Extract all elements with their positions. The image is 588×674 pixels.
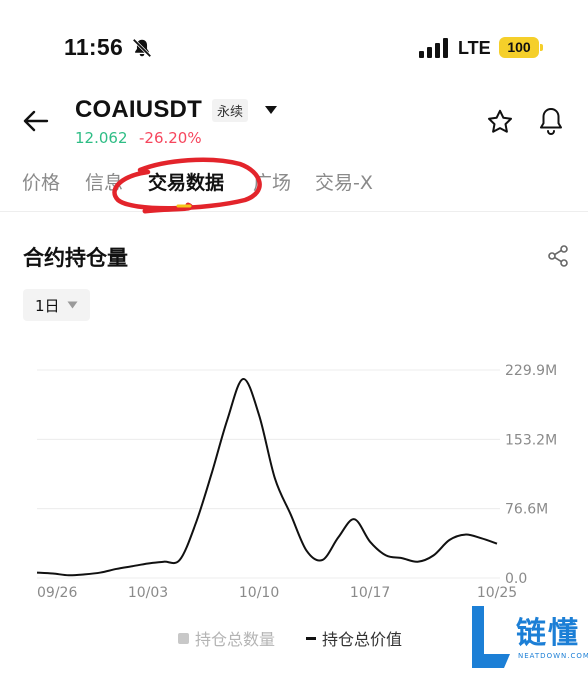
back-arrow-icon[interactable] (22, 107, 50, 135)
star-icon[interactable] (486, 108, 514, 136)
x-tick-label: 10/03 (128, 585, 168, 601)
tab-price[interactable]: 价格 (22, 168, 60, 195)
tabs-divider (0, 211, 588, 212)
bell-muted-icon (132, 38, 152, 58)
legend-quantity-label: 持仓总数量 (195, 630, 276, 649)
price-change-percent: -26.20% (139, 129, 202, 147)
watermark-text: 链懂 (516, 616, 580, 651)
logo-l-icon (472, 606, 510, 668)
tab-bar: 价格 信息 交易数据 广场 交易-X (0, 168, 588, 198)
battery-indicator: 100 (499, 37, 543, 58)
share-icon[interactable] (546, 244, 570, 268)
bell-icon[interactable] (537, 106, 565, 136)
symbol-title[interactable]: COAIUSDT (75, 96, 202, 124)
legend-quantity[interactable]: 持仓总数量 (178, 626, 275, 650)
tab-square[interactable]: 广场 (253, 168, 291, 195)
y-tick-label: 229.9M (505, 363, 557, 379)
caret-down-icon (67, 301, 78, 309)
caret-down-icon[interactable] (264, 105, 278, 115)
watermark-subtext: NEATDOWN.COM (518, 652, 588, 660)
open-interest-chart: 229.9M153.2M76.6M0.009/26 10/03 10/10 10/17… (36, 363, 557, 601)
x-tick-label: 09/26 (37, 585, 77, 601)
tab-trade-x[interactable]: 交易-X (315, 168, 373, 195)
period-label: 1日 (35, 297, 60, 315)
tab-info[interactable]: 信息 (85, 168, 123, 195)
network-type: LTE (458, 38, 491, 58)
watermark-logo: 链懂 NEATDOWN.COM (468, 598, 588, 674)
status-time: 11:56 (64, 34, 124, 60)
legend-line-icon (306, 636, 316, 640)
legend-box-icon (178, 632, 189, 644)
series-line-total-value (36, 377, 498, 577)
legend-value-label: 持仓总价值 (322, 630, 403, 649)
legend-value[interactable]: 持仓总价值 (306, 626, 402, 650)
tab-trading-data[interactable]: 交易数据 (148, 168, 224, 195)
x-tick-label: 10/10 (239, 585, 279, 601)
y-tick-label: 76.6M (505, 502, 548, 518)
perpetual-badge: 永续 (212, 99, 249, 122)
y-tick-label: 153.2M (505, 432, 557, 448)
x-tick-label: 10/17 (350, 585, 390, 601)
period-dropdown[interactable]: 1日 (23, 289, 90, 321)
last-price: 12.062 (75, 129, 128, 147)
cellular-signal-icon (419, 38, 448, 58)
section-title: 合约持仓量 (23, 246, 128, 270)
